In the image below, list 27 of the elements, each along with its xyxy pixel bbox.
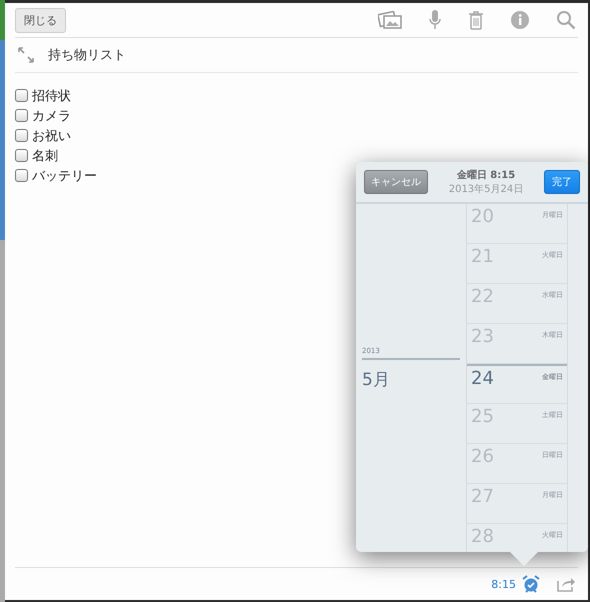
close-button[interactable]: 閉じる — [15, 8, 66, 32]
checkbox[interactable] — [15, 129, 28, 142]
trash-icon[interactable] — [468, 10, 484, 30]
microphone-icon[interactable] — [428, 9, 442, 31]
item-label: 招待状 — [32, 88, 71, 104]
photos-icon[interactable] — [378, 11, 402, 29]
checkbox[interactable] — [15, 89, 28, 102]
item-label: カメラ — [32, 108, 71, 124]
checkbox[interactable] — [15, 149, 28, 162]
reminder-time[interactable]: 8:15 — [491, 578, 516, 590]
day-number: 24 — [471, 368, 494, 391]
share-icon[interactable] — [556, 576, 576, 592]
item-label: 名刺 — [32, 148, 58, 164]
alarm-clock-icon[interactable] — [522, 575, 540, 593]
item-label: バッテリー — [32, 168, 97, 184]
search-icon[interactable] — [556, 10, 576, 30]
picker-heading: 金曜日 8:15 — [456, 168, 516, 182]
info-icon[interactable] — [510, 10, 530, 30]
done-button[interactable]: 完了 — [544, 170, 580, 194]
note-title: 持ち物リスト — [48, 47, 126, 64]
picker-date: 2013年5月24日 — [448, 183, 524, 196]
cancel-button[interactable]: キャンセル — [364, 170, 428, 194]
checkbox[interactable] — [15, 169, 28, 182]
item-label: お祝い — [32, 128, 71, 144]
expand-icon[interactable] — [18, 47, 34, 63]
month-label: 5月 — [362, 369, 391, 391]
checkbox[interactable] — [15, 109, 28, 122]
